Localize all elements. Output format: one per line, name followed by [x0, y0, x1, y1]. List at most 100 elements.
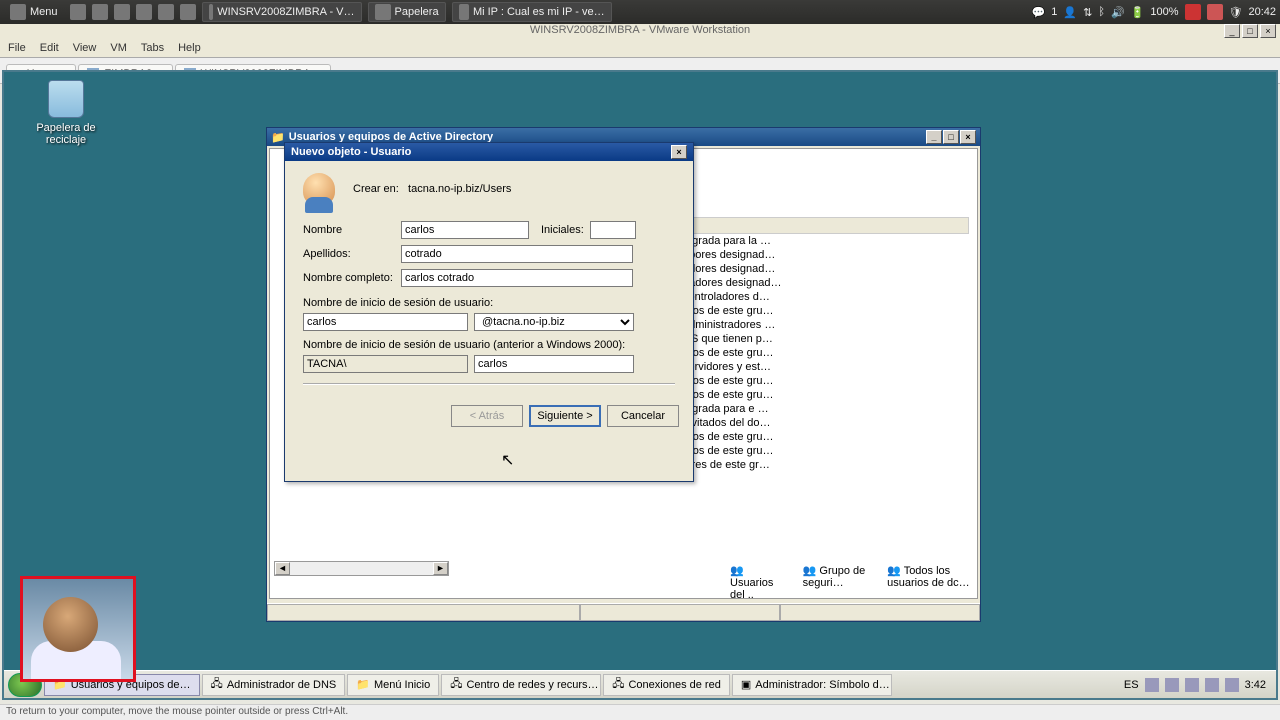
volume-icon[interactable]: 🔊	[1111, 6, 1125, 19]
tray-icon[interactable]	[1185, 678, 1199, 692]
battery-pct: 100%	[1150, 6, 1178, 18]
close-button[interactable]: ×	[671, 145, 687, 159]
menu-file[interactable]: File	[8, 42, 26, 54]
shield-icon[interactable]: 🛡	[1229, 6, 1243, 19]
battery-icon[interactable]: 🔋	[1131, 6, 1145, 19]
tray-icon[interactable]	[1205, 678, 1219, 692]
maximize-button[interactable]: □	[943, 130, 959, 144]
list-item[interactable]: nadores designad…	[679, 276, 969, 290]
list-item[interactable]: bros de este gru…	[679, 444, 969, 458]
vmware-status-bar: To return to your computer, move the mou…	[0, 704, 1280, 720]
menu-vm[interactable]: VM	[110, 42, 127, 54]
language-indicator[interactable]: ES	[1124, 679, 1139, 691]
trash-icon	[48, 80, 84, 118]
domain-select[interactable]: @tacna.no-ip.biz	[474, 313, 634, 331]
guest-desktop[interactable]: Papelera de reciclaje 📁 Usuarios y equip…	[4, 72, 1276, 698]
minimize-button[interactable]: _	[926, 130, 942, 144]
stop-icon[interactable]	[1207, 4, 1223, 20]
launcher-icon[interactable]	[114, 4, 130, 20]
taskbar-item-connections[interactable]: 🖧Conexiones de red	[603, 674, 730, 696]
host-task-trash[interactable]: Papelera	[368, 2, 446, 22]
list-item[interactable]: bros de este gru…	[679, 374, 969, 388]
taskbar-item-network-center[interactable]: 🖧Centro de redes y recurs…	[441, 674, 601, 696]
vm-display[interactable]: Papelera de reciclaje 📁 Usuarios y equip…	[2, 70, 1278, 700]
ad-list[interactable]: tegrada para la …obores designad…adores …	[679, 234, 969, 472]
logon2000-label: Nombre de inicio de sesión de usuario (a…	[303, 339, 675, 351]
create-in-path: tacna.no-ip.biz/Users	[408, 183, 511, 195]
launcher-icon[interactable]	[180, 4, 196, 20]
list-item[interactable]: obores designad…	[679, 248, 969, 262]
dialog-titlebar[interactable]: Nuevo objeto - Usuario ×	[285, 143, 693, 161]
list-item[interactable]: bros de este gru…	[679, 346, 969, 360]
scroll-right-icon[interactable]: ►	[433, 562, 448, 575]
notification-icon[interactable]: 💬	[1032, 6, 1046, 19]
folder-icon: 📁	[271, 131, 285, 144]
list-item[interactable]: invitados del do…	[679, 416, 969, 430]
column-header[interactable]: n	[679, 217, 969, 234]
folder-icon: 📁	[356, 678, 370, 691]
list-item[interactable]: tegrada para e …	[679, 402, 969, 416]
list-item[interactable]: servidores y est…	[679, 360, 969, 374]
logon2000-input[interactable]	[474, 355, 634, 373]
network-icon[interactable]: ⇅	[1083, 6, 1092, 19]
tray-icon[interactable]	[1145, 678, 1159, 692]
host-task-browser[interactable]: Mi IP : Cual es mi IP - ve…	[452, 2, 612, 22]
launcher-icon[interactable]	[70, 4, 86, 20]
host-menu-button[interactable]: Menu	[4, 2, 64, 22]
list-item[interactable]: controladores d…	[679, 290, 969, 304]
logon-input[interactable]	[303, 313, 468, 331]
apellidos-label: Apellidos:	[303, 248, 395, 260]
list-item[interactable]: administradores …	[679, 318, 969, 332]
menu-view[interactable]: View	[73, 42, 97, 54]
list-item[interactable]: NS que tienen p…	[679, 332, 969, 346]
list-item[interactable]: bros de este gru…	[679, 304, 969, 318]
taskbar-item-dns[interactable]: 🖧Administrador de DNS	[202, 674, 346, 696]
scroll-left-icon[interactable]: ◄	[275, 562, 290, 575]
mint-icon	[10, 4, 26, 20]
close-button[interactable]: ×	[960, 130, 976, 144]
system-tray: ES 3:42	[1118, 678, 1272, 692]
list-item[interactable]: tegrada para la …	[679, 234, 969, 248]
list-item[interactable]: Usuarios del ..Grupo de seguri…Todos los…	[730, 564, 977, 599]
launcher-icon[interactable]	[136, 4, 152, 20]
list-item[interactable]: bros de este gru…	[679, 388, 969, 402]
close-button[interactable]: ×	[1260, 24, 1276, 38]
host-top-panel: Menu WINSRV2008ZIMBRA - V… Papelera Mi I…	[0, 0, 1280, 24]
list-item[interactable]: adores designad…	[679, 262, 969, 276]
apellidos-input[interactable]	[401, 245, 633, 263]
create-in-label: Crear en:	[353, 183, 399, 195]
next-button[interactable]: Siguiente >	[529, 405, 601, 427]
record-icon[interactable]	[1185, 4, 1201, 20]
menu-tabs[interactable]: Tabs	[141, 42, 164, 54]
list-item[interactable]: lores de este gr…	[679, 458, 969, 472]
horizontal-scrollbar[interactable]: ◄ ►	[274, 561, 449, 576]
tray-icon[interactable]	[1225, 678, 1239, 692]
iniciales-label: Iniciales:	[541, 224, 584, 236]
nombre-input[interactable]	[401, 221, 529, 239]
list-item[interactable]: bros de este gru…	[679, 430, 969, 444]
recycle-bin[interactable]: Papelera de reciclaje	[34, 80, 98, 146]
nombre-label: Nombre	[303, 224, 395, 236]
launcher-icon[interactable]	[92, 4, 108, 20]
logon-label: Nombre de inicio de sesión de usuario:	[303, 297, 675, 309]
nombrecompleto-input[interactable]	[401, 269, 633, 287]
minimize-button[interactable]: _	[1224, 24, 1240, 38]
menu-help[interactable]: Help	[178, 42, 201, 54]
network-icon: 🖧	[450, 675, 462, 694]
menu-edit[interactable]: Edit	[40, 42, 59, 54]
taskbar-item-startmenu[interactable]: 📁Menú Inicio	[347, 674, 439, 696]
cancel-button[interactable]: Cancelar	[607, 405, 679, 427]
host-task-vmware[interactable]: WINSRV2008ZIMBRA - V…	[202, 2, 362, 22]
iniciales-input[interactable]	[590, 221, 636, 239]
tray-icon[interactable]	[1165, 678, 1179, 692]
user-icon[interactable]: 👤	[1063, 6, 1077, 19]
browser-icon	[459, 4, 469, 20]
user-icon	[303, 173, 335, 205]
maximize-button[interactable]: □	[1242, 24, 1258, 38]
guest-clock[interactable]: 3:42	[1245, 679, 1266, 691]
taskbar-item-cmd[interactable]: ▣Administrador: Símbolo d…	[732, 674, 892, 696]
bluetooth-icon[interactable]: ᛒ	[1098, 6, 1105, 18]
vmware-icon	[209, 4, 214, 20]
launcher-icon[interactable]	[158, 4, 174, 20]
host-clock[interactable]: 20:42	[1248, 6, 1276, 18]
